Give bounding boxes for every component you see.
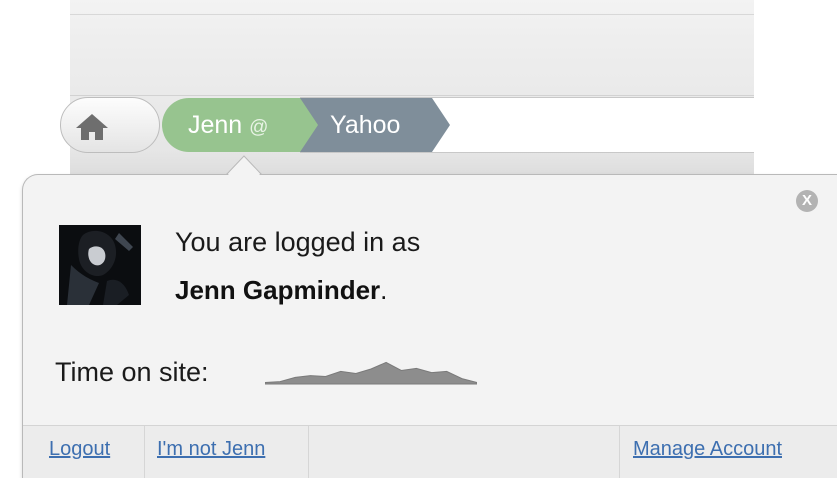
site-crumb-label: Yahoo xyxy=(330,111,401,139)
user-identity-label: Jenn @ xyxy=(188,110,268,143)
manage-account-link[interactable]: Manage Account xyxy=(633,436,782,462)
logout-link[interactable]: Logout xyxy=(49,436,110,462)
footer-divider xyxy=(308,426,309,478)
time-on-site-label: Time on site: xyxy=(55,357,209,387)
at-symbol: @ xyxy=(249,117,269,138)
login-status-text: You are logged in as xyxy=(175,227,421,257)
time-on-site-sparkline xyxy=(265,361,477,385)
close-button[interactable]: X xyxy=(796,190,818,212)
login-user: Jenn Gapminder. xyxy=(175,274,387,306)
footer-divider xyxy=(144,426,145,478)
popover-arrow-fill xyxy=(227,158,261,176)
close-icon: X xyxy=(801,192,812,209)
not-user-link[interactable]: I'm not Jenn xyxy=(157,436,265,462)
user-name-text: Jenn xyxy=(188,111,243,139)
toolbar-divider xyxy=(70,14,754,15)
sparkline-area xyxy=(265,361,477,385)
footer-divider xyxy=(619,426,620,478)
toolbar-divider xyxy=(70,95,754,96)
home-icon[interactable] xyxy=(74,112,110,142)
login-user-period: . xyxy=(380,275,388,305)
login-user-name: Jenn Gapminder xyxy=(175,275,381,305)
avatar xyxy=(59,225,141,305)
